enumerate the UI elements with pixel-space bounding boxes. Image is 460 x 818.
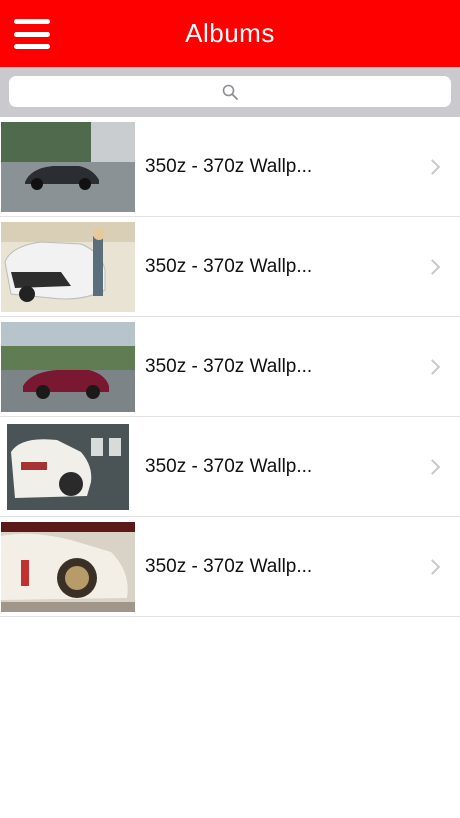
chevron-right-icon: [424, 458, 441, 475]
chevron-right-icon: [424, 558, 441, 575]
album-row[interactable]: 350z - 370z Wallp...: [0, 117, 460, 217]
album-row[interactable]: 350z - 370z Wallp...: [0, 217, 460, 317]
page-title: Albums: [185, 18, 275, 48]
album-title: 350z - 370z Wallp...: [145, 255, 313, 277]
chevron-right-icon: [424, 258, 441, 275]
album-row[interactable]: 350z - 370z Wallp...: [0, 317, 460, 417]
hamburger-menu-icon[interactable]: [14, 19, 50, 49]
chevron-right-icon: [424, 158, 441, 175]
album-row[interactable]: 350z - 370z Wallp...: [0, 417, 460, 517]
album-list: 350z - 370z Wallp... 350z - 370z Wallp..…: [0, 117, 460, 617]
album-thumbnail: [1, 221, 135, 312]
album-row[interactable]: 350z - 370z Wallp...: [0, 517, 460, 617]
album-title: 350z - 370z Wallp...: [145, 155, 313, 177]
album-thumbnail: [1, 421, 135, 512]
search-icon: [222, 84, 238, 100]
album-title: 350z - 370z Wallp...: [145, 355, 313, 377]
album-title: 350z - 370z Wallp...: [145, 455, 313, 477]
album-thumbnail: [1, 121, 135, 212]
chevron-right-icon: [424, 358, 441, 375]
album-thumbnail: [1, 321, 135, 412]
search-input[interactable]: [9, 76, 451, 107]
album-title: 350z - 370z Wallp...: [145, 555, 313, 577]
search-bar: [0, 67, 460, 117]
navigation-bar: Albums: [0, 0, 460, 67]
album-thumbnail: [1, 521, 135, 612]
